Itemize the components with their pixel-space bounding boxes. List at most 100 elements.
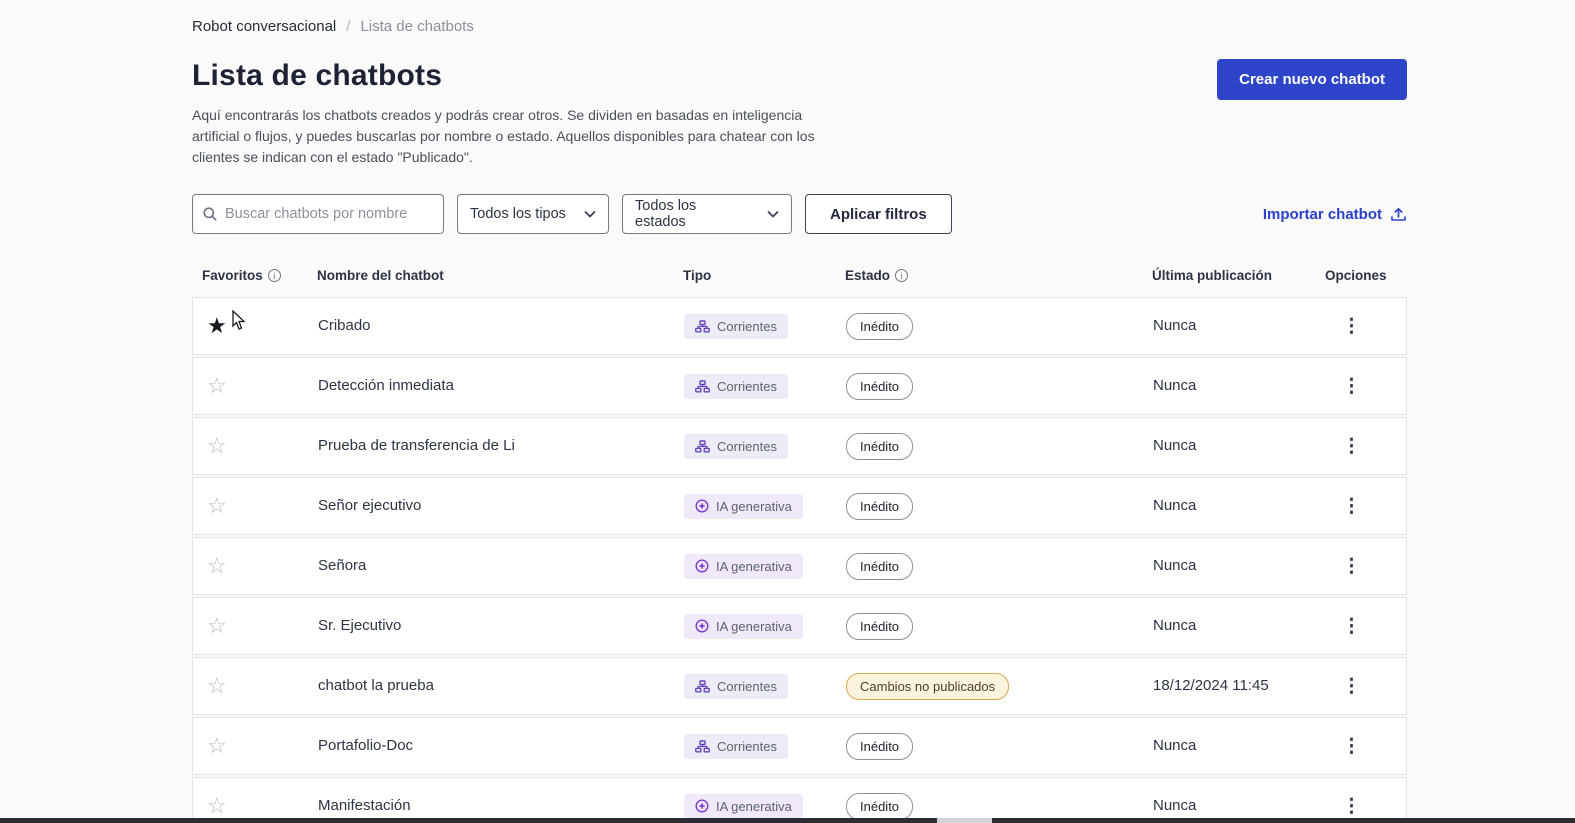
table-row: ☆ Prueba de transferencia de Li Corrient… bbox=[192, 417, 1407, 475]
search-input[interactable] bbox=[193, 206, 443, 222]
status-badge: Inédito bbox=[846, 312, 914, 340]
favorite-star-button[interactable]: ☆ bbox=[203, 673, 231, 699]
last-published: Nunca bbox=[1153, 317, 1197, 334]
state-filter-select[interactable]: Todos los estados bbox=[622, 194, 792, 234]
favorite-star-button[interactable]: ☆ bbox=[203, 733, 231, 759]
flow-icon bbox=[695, 679, 710, 692]
type-badge-label: IA generativa bbox=[716, 618, 792, 634]
name-cell: Portafolio-Doc bbox=[318, 737, 684, 755]
apply-filters-button[interactable]: Aplicar filtros bbox=[805, 194, 952, 234]
last-published-cell: Nunca bbox=[1153, 437, 1326, 455]
type-cell: IA generativa bbox=[684, 493, 846, 519]
options-cell: ⋮ bbox=[1326, 611, 1406, 642]
type-badge: Corrientes bbox=[684, 673, 788, 699]
row-options-kebab-button[interactable]: ⋮ bbox=[1332, 551, 1371, 582]
type-cell: IA generativa bbox=[684, 793, 846, 819]
table-row: ☆ Sr. Ejecutivo IA generativa Inédito Nu… bbox=[192, 597, 1407, 655]
type-badge: IA generativa bbox=[684, 793, 803, 819]
column-header-status-label: Estado bbox=[845, 268, 891, 283]
breadcrumb-parent[interactable]: Robot conversacional bbox=[192, 18, 336, 35]
favorite-star-button[interactable]: ☆ bbox=[203, 613, 231, 639]
bottom-scrollbar-thumb[interactable] bbox=[937, 818, 992, 823]
status-cell: Inédito bbox=[846, 612, 1153, 640]
type-badge: IA generativa bbox=[684, 613, 803, 639]
bottom-scrollbar[interactable] bbox=[0, 818, 1575, 823]
create-chatbot-button[interactable]: Crear nuevo chatbot bbox=[1217, 59, 1407, 100]
row-options-kebab-button[interactable]: ⋮ bbox=[1332, 311, 1371, 342]
page-header-text: Lista de chatbots Aquí encontrarás los c… bbox=[192, 59, 832, 168]
type-cell: Corrientes bbox=[684, 733, 846, 759]
status-cell: Inédito bbox=[846, 312, 1153, 340]
chatbot-name: chatbot la prueba bbox=[318, 677, 434, 694]
ai-generative-icon bbox=[695, 499, 709, 513]
column-header-name: Nombre del chatbot bbox=[317, 268, 444, 283]
type-cell: Corrientes bbox=[684, 373, 846, 399]
last-published: Nunca bbox=[1153, 497, 1197, 514]
name-cell: Señor ejecutivo bbox=[318, 497, 684, 515]
favorites-info-icon[interactable]: i bbox=[267, 269, 281, 282]
type-cell: Corrientes bbox=[684, 673, 846, 699]
status-cell: Inédito bbox=[846, 492, 1153, 520]
status-badge: Inédito bbox=[846, 432, 914, 460]
row-options-kebab-button[interactable]: ⋮ bbox=[1332, 491, 1371, 522]
row-options-kebab-button[interactable]: ⋮ bbox=[1332, 731, 1371, 762]
options-cell: ⋮ bbox=[1326, 731, 1406, 762]
table-row: ★ Cribado Corrientes Inédito Nunca ⋮ bbox=[192, 297, 1407, 355]
favorite-star-button[interactable]: ☆ bbox=[203, 373, 231, 399]
type-filter-select[interactable]: Todos los tipos bbox=[457, 194, 609, 234]
chatbot-name: Sr. Ejecutivo bbox=[318, 617, 402, 634]
options-cell: ⋮ bbox=[1326, 491, 1406, 522]
last-published-cell: Nunca bbox=[1153, 797, 1326, 815]
breadcrumb: Robot conversacional / Lista de chatbots bbox=[192, 0, 1407, 35]
row-options-kebab-button[interactable]: ⋮ bbox=[1332, 431, 1371, 462]
favorite-star-button[interactable]: ★ bbox=[203, 313, 231, 339]
last-published-cell: Nunca bbox=[1153, 497, 1326, 515]
breadcrumb-separator: / bbox=[346, 18, 351, 35]
chatbot-list-page: Robot conversacional / Lista de chatbots… bbox=[0, 0, 1575, 823]
chatbot-name: Señor ejecutivo bbox=[318, 497, 422, 514]
column-header-type: Tipo bbox=[683, 268, 712, 283]
column-header-status: Estado i bbox=[845, 268, 1152, 283]
type-cell: Corrientes bbox=[684, 433, 846, 459]
chevron-down-icon bbox=[584, 210, 596, 218]
last-published: Nunca bbox=[1153, 377, 1197, 394]
type-cell: IA generativa bbox=[684, 553, 846, 579]
favorite-star-button[interactable]: ☆ bbox=[203, 553, 231, 579]
last-published: Nunca bbox=[1153, 437, 1197, 454]
name-cell: Manifestación bbox=[318, 797, 684, 815]
favorites-cell: ☆ bbox=[193, 613, 318, 639]
type-badge-label: IA generativa bbox=[716, 558, 792, 574]
favorite-star-button[interactable]: ☆ bbox=[203, 793, 231, 819]
flow-icon bbox=[695, 439, 710, 452]
chatbot-name: Señora bbox=[318, 557, 367, 574]
status-cell: Inédito bbox=[846, 792, 1153, 820]
last-published: Nunca bbox=[1153, 797, 1197, 814]
state-filter-value: Todos los estados bbox=[635, 198, 697, 230]
favorite-star-button[interactable]: ☆ bbox=[203, 493, 231, 519]
favorite-star-button[interactable]: ☆ bbox=[203, 433, 231, 459]
type-badge-label: Corrientes bbox=[717, 438, 777, 454]
row-options-kebab-button[interactable]: ⋮ bbox=[1332, 791, 1371, 822]
type-filter-value: Todos los tipos bbox=[470, 206, 566, 222]
row-options-kebab-button[interactable]: ⋮ bbox=[1332, 371, 1371, 402]
chatbot-name: Detección inmediata bbox=[318, 377, 454, 394]
ai-generative-icon bbox=[695, 559, 709, 573]
type-badge-label: Corrientes bbox=[717, 378, 777, 394]
status-info-icon[interactable]: i bbox=[895, 269, 909, 282]
table-row: ☆ Detección inmediata Corrientes Inédito… bbox=[192, 357, 1407, 415]
favorites-cell: ☆ bbox=[193, 433, 318, 459]
ai-generative-icon bbox=[695, 619, 709, 633]
last-published-cell: Nunca bbox=[1153, 737, 1326, 755]
row-options-kebab-button[interactable]: ⋮ bbox=[1332, 671, 1371, 702]
import-chatbot-label: Importar chatbot bbox=[1262, 205, 1382, 223]
options-cell: ⋮ bbox=[1326, 431, 1406, 462]
row-options-kebab-button[interactable]: ⋮ bbox=[1332, 611, 1371, 642]
import-chatbot-link[interactable]: Importar chatbot bbox=[1263, 206, 1407, 223]
last-published: Nunca bbox=[1153, 737, 1197, 754]
status-badge: Cambios no publicados bbox=[846, 672, 1010, 700]
favorites-cell: ☆ bbox=[193, 673, 318, 699]
type-badge: Corrientes bbox=[684, 313, 788, 339]
column-header-favorites-label: Favoritos bbox=[202, 268, 263, 283]
page-description: Aquí encontrarás los chatbots creados y … bbox=[192, 107, 815, 165]
chevron-down-icon bbox=[767, 210, 779, 218]
